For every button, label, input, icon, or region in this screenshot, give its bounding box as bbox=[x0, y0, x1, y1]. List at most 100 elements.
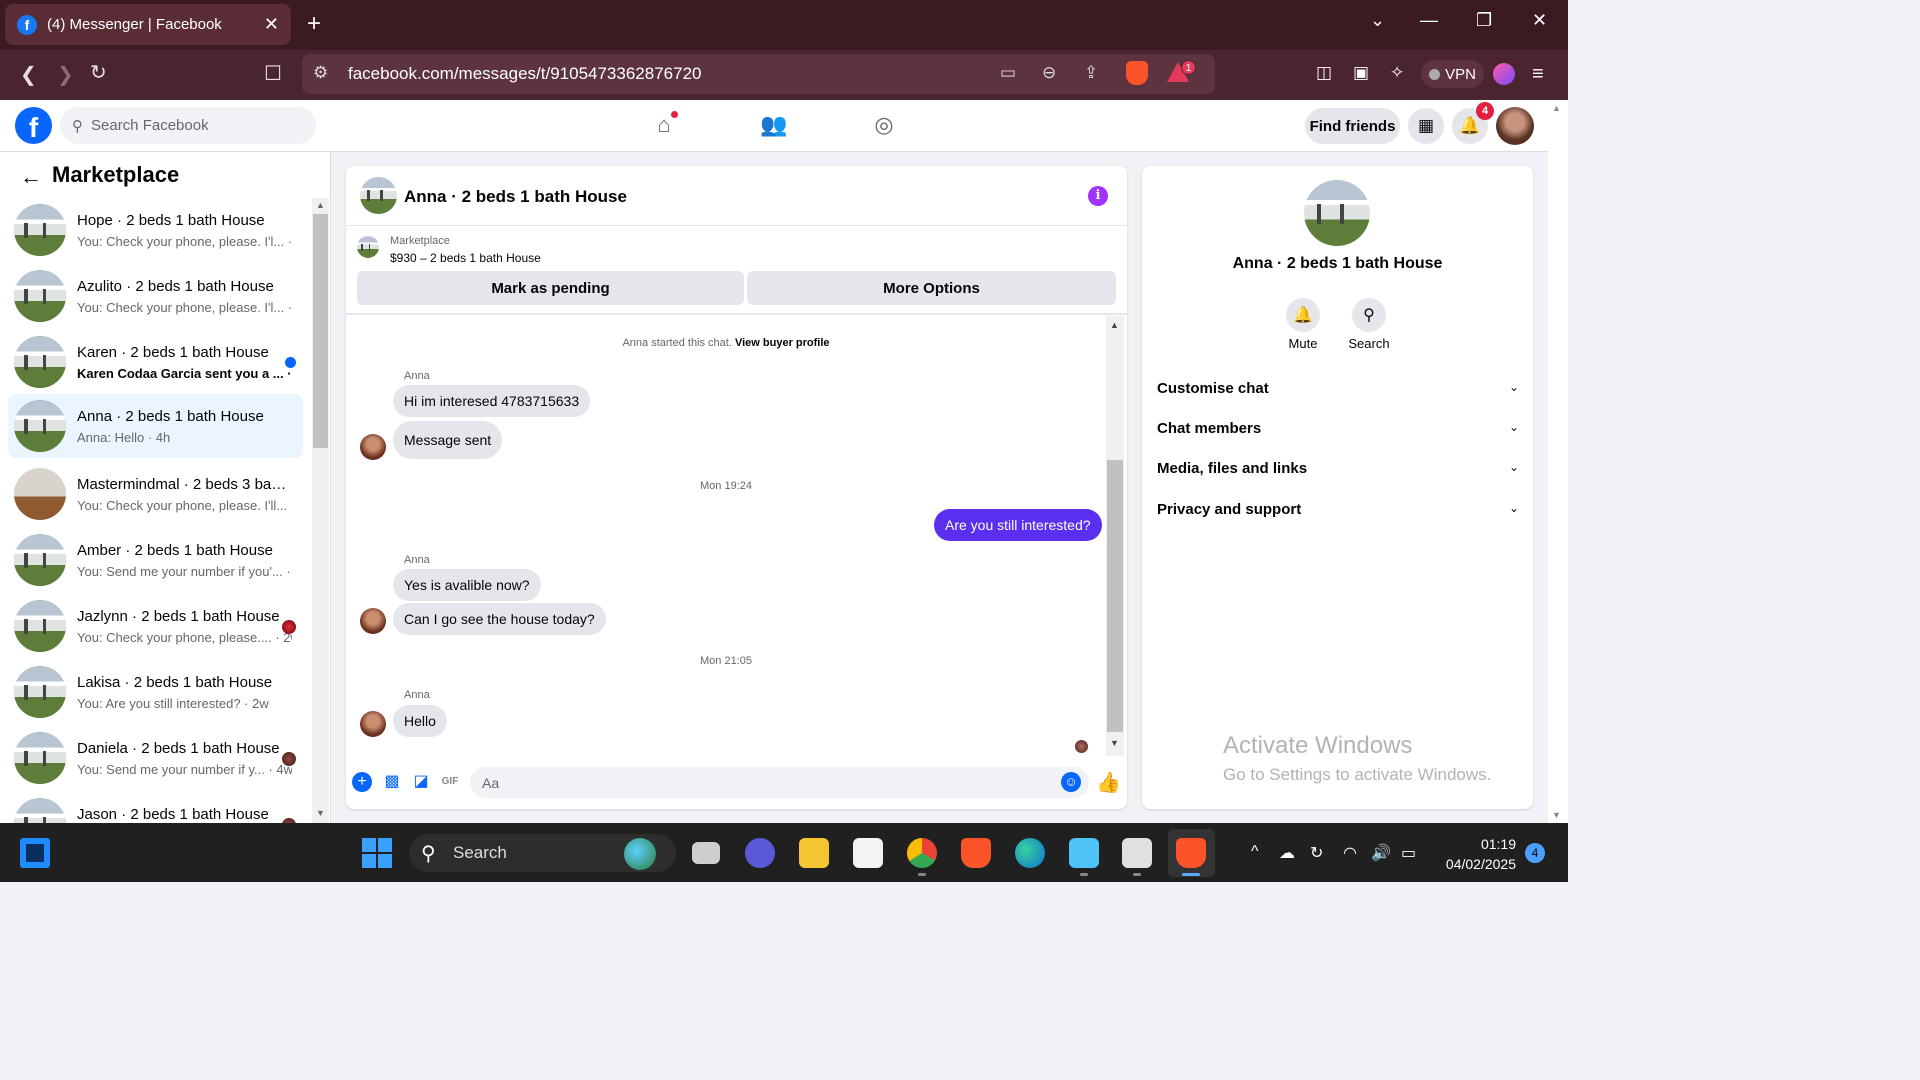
conversation-list-scroll-thumb[interactable] bbox=[313, 214, 328, 448]
thumbs-up-icon[interactable]: 👍 bbox=[1096, 770, 1121, 795]
view-buyer-profile-link[interactable]: View buyer profile bbox=[735, 337, 830, 349]
wallet-icon[interactable]: ▣ bbox=[1353, 63, 1369, 83]
chat-members-row[interactable]: Chat members ⌄ bbox=[1157, 420, 1519, 437]
back-icon[interactable]: ❮ bbox=[20, 62, 37, 87]
vpn-button[interactable]: VPN bbox=[1421, 60, 1484, 88]
message-bubble[interactable]: Can I go see the house today? bbox=[393, 603, 606, 635]
conversation-item-jazlynn[interactable]: Jazlynn · 2 beds 1 bath House You: Check… bbox=[8, 594, 303, 658]
photo-icon[interactable]: ▩ bbox=[382, 772, 402, 792]
brave-taskbar-icon[interactable] bbox=[961, 838, 991, 868]
tab-search-chevron-icon[interactable]: ⌄ bbox=[1370, 10, 1385, 31]
close-window-icon[interactable]: ✕ bbox=[1532, 10, 1547, 31]
more-options-button[interactable]: More Options bbox=[747, 271, 1116, 305]
info-avatar[interactable] bbox=[1304, 180, 1370, 246]
facebook-search-input[interactable]: ⚲ Search Facebook bbox=[60, 107, 316, 144]
bookmark-icon[interactable]: ☐ bbox=[264, 61, 282, 86]
message-input[interactable]: Aa bbox=[470, 767, 1089, 798]
browser-profile-icon[interactable] bbox=[1493, 63, 1515, 85]
listing-thumbnail[interactable] bbox=[357, 236, 379, 258]
site-settings-icon[interactable]: ⚙ bbox=[313, 63, 328, 83]
customise-chat-row[interactable]: Customise chat ⌄ bbox=[1157, 380, 1519, 397]
conversation-item-karen[interactable]: Karen · 2 beds 1 bath House Karen Codaa … bbox=[8, 330, 303, 394]
browser-tab-messenger[interactable]: f (4) Messenger | Facebook ✕ bbox=[5, 4, 291, 45]
emoji-icon[interactable]: ☺ bbox=[1061, 772, 1081, 792]
tray-overflow-icon[interactable]: ^ bbox=[1251, 843, 1259, 861]
back-arrow-icon[interactable]: ← bbox=[20, 164, 42, 190]
share-icon[interactable]: ⇪ bbox=[1084, 63, 1098, 83]
close-tab-icon[interactable]: ✕ bbox=[264, 14, 279, 35]
chat-title[interactable]: Anna · 2 beds 1 bath House bbox=[404, 187, 627, 207]
search-chat-icon[interactable]: ⚲ bbox=[1352, 298, 1386, 332]
notepad-icon[interactable] bbox=[1069, 838, 1099, 868]
conversation-item-mastermindmal[interactable]: Mastermindmal · 2 beds 3 bath... You: Ch… bbox=[8, 462, 303, 526]
search-label[interactable]: Search bbox=[1339, 336, 1399, 351]
anna-avatar[interactable] bbox=[360, 434, 386, 460]
windows-start-icon[interactable] bbox=[362, 838, 392, 868]
restore-icon[interactable]: ❐ bbox=[1476, 10, 1492, 31]
mark-as-pending-button[interactable]: Mark as pending bbox=[357, 271, 744, 305]
listing-price-title[interactable]: $930 – 2 beds 1 bath House bbox=[390, 251, 541, 265]
sticker-icon[interactable]: ◪ bbox=[411, 772, 431, 792]
anna-avatar[interactable] bbox=[360, 711, 386, 737]
sidebar-toggle-icon[interactable]: ◫ bbox=[1316, 63, 1332, 83]
task-view-icon[interactable] bbox=[692, 842, 720, 864]
user-avatar[interactable] bbox=[1496, 107, 1534, 145]
list-scroll-down-icon[interactable]: ▼ bbox=[316, 808, 325, 818]
friends-nav-icon[interactable]: 👥 bbox=[760, 112, 788, 140]
media-files-links-row[interactable]: Media, files and links ⌄ bbox=[1157, 460, 1519, 477]
sync-icon[interactable]: ↻ bbox=[1310, 843, 1323, 863]
gif-icon[interactable]: GIF bbox=[440, 772, 460, 792]
teams-chat-icon[interactable] bbox=[745, 838, 775, 868]
page-scroll-down-icon[interactable]: ▼ bbox=[1552, 810, 1561, 820]
groups-nav-icon[interactable]: ◎ bbox=[870, 112, 898, 140]
conversation-item-lakisa[interactable]: Lakisa · 2 beds 1 bath House You: Are yo… bbox=[8, 660, 303, 724]
chat-scroll-thumb[interactable] bbox=[1107, 460, 1123, 732]
facebook-logo-icon[interactable]: f bbox=[15, 107, 52, 144]
battery-icon[interactable]: ▭ bbox=[1401, 843, 1416, 863]
chrome-icon[interactable] bbox=[907, 838, 937, 868]
page-scroll-up-icon[interactable]: ▲ bbox=[1552, 103, 1561, 113]
list-scroll-up-icon[interactable]: ▲ bbox=[316, 200, 325, 210]
conversation-item-azulito[interactable]: Azulito · 2 beds 1 bath House You: Check… bbox=[8, 264, 303, 328]
notification-center-badge[interactable]: 4 bbox=[1525, 843, 1545, 863]
chat-scroll-down-icon[interactable]: ▼ bbox=[1110, 738, 1119, 748]
privacy-support-row[interactable]: Privacy and support ⌄ bbox=[1157, 501, 1519, 518]
conversation-item-jason[interactable]: Jason · 2 beds 1 bath House bbox=[8, 792, 303, 823]
message-bubble[interactable]: Yes is avalible now? bbox=[393, 569, 541, 601]
conversation-item-hope[interactable]: Hope · 2 beds 1 bath House You: Check yo… bbox=[8, 198, 303, 262]
volume-icon[interactable]: 🔊 bbox=[1371, 843, 1391, 863]
system-clock[interactable]: 01:19 04/02/2025 bbox=[1440, 834, 1516, 874]
edge-icon[interactable] bbox=[1015, 838, 1045, 868]
minimize-icon[interactable]: — bbox=[1420, 10, 1438, 31]
info-icon[interactable]: i bbox=[1088, 186, 1108, 206]
chat-header-avatar[interactable] bbox=[360, 177, 397, 214]
message-bubble[interactable]: Hello bbox=[393, 705, 447, 737]
chat-scroll-up-icon[interactable]: ▲ bbox=[1110, 320, 1119, 330]
menu-hamburger-icon[interactable]: ≡ bbox=[1532, 63, 1544, 86]
file-explorer-icon[interactable] bbox=[799, 838, 829, 868]
my-message-bubble[interactable]: Are you still interested? bbox=[934, 509, 1102, 541]
conversation-item-daniela[interactable]: Daniela · 2 beds 1 bath House You: Send … bbox=[8, 726, 303, 790]
conversation-item-anna[interactable]: Anna · 2 beds 1 bath House Anna: Hello ·… bbox=[8, 394, 303, 458]
snipping-tool-icon[interactable] bbox=[1122, 838, 1152, 868]
mute-bell-icon[interactable]: 🔔 bbox=[1286, 298, 1320, 332]
brave-shields-icon[interactable] bbox=[1126, 61, 1148, 85]
page-scrollbar[interactable] bbox=[1548, 100, 1568, 823]
reload-icon[interactable]: ↻ bbox=[90, 60, 107, 85]
anna-avatar[interactable] bbox=[360, 608, 386, 634]
message-bubble[interactable]: Hi im interesed 4783715633 bbox=[393, 385, 591, 417]
microsoft-store-icon[interactable] bbox=[853, 838, 883, 868]
new-tab-icon[interactable]: + bbox=[307, 10, 321, 38]
forward-icon[interactable]: ❯ bbox=[57, 62, 74, 87]
menu-grid-icon[interactable]: ▦ bbox=[1408, 108, 1444, 144]
plus-icon[interactable]: + bbox=[352, 772, 372, 792]
conversation-item-amber[interactable]: Amber · 2 beds 1 bath House You: Send me… bbox=[8, 528, 303, 592]
zoom-out-icon[interactable]: ⊖ bbox=[1042, 63, 1056, 83]
brave-beta-icon[interactable] bbox=[1176, 838, 1206, 868]
onedrive-icon[interactable]: ☁ bbox=[1279, 843, 1295, 863]
cast-icon[interactable]: ▭ bbox=[1000, 63, 1016, 83]
leo-ai-icon[interactable]: ✧ bbox=[1390, 63, 1404, 83]
mute-label[interactable]: Mute bbox=[1273, 336, 1333, 351]
wifi-icon[interactable]: ◠ bbox=[1343, 843, 1357, 863]
widgets-icon[interactable] bbox=[20, 838, 50, 868]
